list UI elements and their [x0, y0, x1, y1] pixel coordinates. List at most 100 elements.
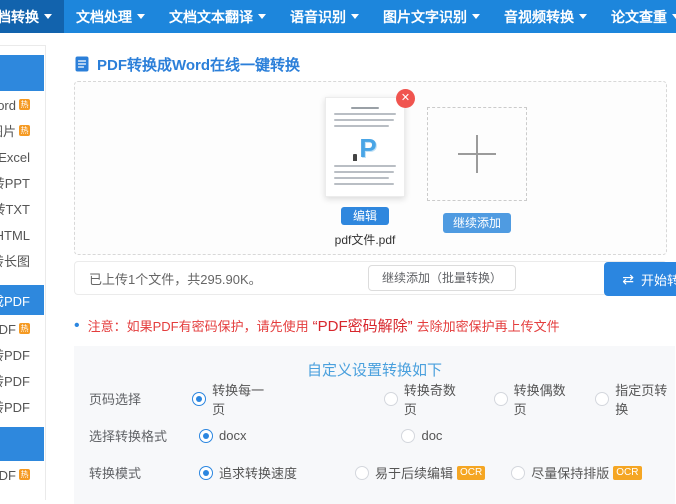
radio-icon: [493, 391, 508, 406]
radio-icon: [595, 391, 610, 406]
swap-arrows-icon: ⇄: [622, 270, 634, 287]
chevron-down-icon: [672, 14, 676, 19]
hot-badge: 热: [19, 468, 30, 480]
sidebar-item-label: Excel转PDF: [0, 347, 30, 363]
sidebar-group-pdf-tools[interactable]: PDF文档处理: [0, 427, 44, 461]
ocr-badge: OCR: [613, 465, 642, 480]
radio-icon: [511, 465, 526, 480]
remove-file-icon[interactable]: ✕: [396, 89, 415, 108]
notice-suffix: 去除加密保护再上传文件: [416, 319, 560, 334]
sidebar-item-label: Word转PDF: [0, 321, 16, 337]
hot-badge: 热: [19, 98, 30, 110]
row-convert-mode: 转换模式 追求转换速度 易于后续编辑 OCR 尽量保持排版 OCR: [74, 454, 675, 491]
sidebar-item-image-to-pdf[interactable]: 图片转PDF: [0, 367, 44, 393]
row-page-selection: 页码选择 转换每一页 转换奇数页 转换偶数页 指定页转换: [74, 380, 675, 417]
nav-item-label: 论文查重: [611, 8, 667, 25]
sidebar-item-label: PDF转长图: [0, 253, 30, 269]
sidebar: PDF在线转换 PDF转Word 热 PDF转图片 热 PDF转Excel PD…: [0, 45, 46, 500]
sidebar-item-label: PDF转TXT: [0, 201, 30, 217]
pdf-logo: P: [334, 131, 396, 161]
sidebar-item-pdf-to-longimage[interactable]: PDF转长图: [0, 247, 44, 273]
sidebar-inner: PDF在线转换 PDF转Word 热 PDF转图片 热 PDF转Excel PD…: [0, 55, 44, 487]
nav-item-doc-process[interactable]: 文档处理: [64, 0, 157, 33]
sidebar-item-compress-pdf[interactable]: 压缩PDF 热: [0, 461, 44, 487]
sidebar-item-excel-to-pdf[interactable]: Excel转PDF: [0, 341, 44, 367]
radio-mode-speed[interactable]: 追求转换速度: [199, 463, 297, 482]
nav-item-av-convert[interactable]: 音视频转换: [492, 0, 599, 33]
sidebar-item-label: PDF转HTML: [0, 227, 30, 243]
upload-status-bar: 已上传1个文件，共295.90K。 继续添加（批量转换） ⇄ 开始转换: [74, 261, 676, 296]
sidebar-item-label: 压缩PDF: [0, 467, 16, 483]
radio-icon: [401, 428, 416, 443]
add-file-tile[interactable]: [427, 107, 527, 201]
sidebar-item-pdf-to-html[interactable]: PDF转HTML: [0, 221, 44, 247]
option-label: doc: [421, 428, 443, 443]
page-title-text: PDF转换成Word在线一键转换: [97, 56, 301, 74]
notice-prefix: 注意：如果PDF有密码保护，请先使用: [87, 319, 309, 334]
plus-icon: [458, 135, 496, 173]
nav-item-label: 文档文本翻译: [169, 8, 253, 25]
top-nav: 文档转换 文档处理 文档文本翻译 语音识别 图片文字识别 音视频转换 论文查重: [0, 0, 676, 33]
row-output-format: 选择转换格式 docx doc: [74, 417, 675, 454]
pdf-thumbnail: P ✕: [325, 89, 415, 197]
upload-dropzone[interactable]: P ✕ 编辑 pdf文件.pdf 继续添加: [74, 81, 667, 255]
hot-badge: 热: [19, 322, 30, 334]
upload-status-text: 已上传1个文件，共295.90K。: [89, 271, 262, 287]
sidebar-item-label: PDF转Excel: [0, 149, 30, 165]
add-more-button[interactable]: 继续添加: [442, 213, 511, 233]
sidebar-item-label: PDF转PPT: [0, 175, 30, 191]
sidebar-item-label: 图片转PDF: [0, 373, 30, 389]
main-content: PDF转换成Word在线一键转换 P ✕ 编辑 pdf文件.pdf 继续添加 已…: [44, 33, 676, 504]
sidebar-item-pdf-to-txt[interactable]: PDF转TXT: [0, 195, 44, 221]
nav-item-label: 文档转换: [0, 8, 39, 25]
row-label: 选择转换格式: [89, 429, 168, 444]
pdf-password-remove-link[interactable]: “PDF密码解除”: [313, 315, 413, 336]
option-label: 指定页转换: [615, 382, 668, 417]
option-label: docx: [219, 428, 247, 443]
chevron-down-icon: [472, 14, 480, 19]
radio-icon: [192, 391, 207, 406]
radio-format-docx[interactable]: docx: [199, 428, 246, 443]
batch-add-button[interactable]: 继续添加（批量转换）: [367, 265, 516, 291]
sidebar-item-label: PDF转图片: [0, 123, 16, 139]
radio-mode-editable[interactable]: 易于后续编辑 OCR: [355, 463, 486, 482]
radio-convert-specified-pages[interactable]: 指定页转换: [595, 380, 675, 418]
nav-item-paper-check[interactable]: 论文查重: [599, 0, 676, 33]
radio-format-doc[interactable]: doc: [401, 428, 442, 443]
radio-icon: [383, 391, 398, 406]
sidebar-item-txt-to-pdf[interactable]: TXT转PDF: [0, 393, 44, 419]
sidebar-item-pdf-to-ppt[interactable]: PDF转PPT: [0, 169, 44, 195]
sidebar-item-label: TXT转PDF: [0, 399, 30, 415]
hot-badge: 热: [19, 124, 30, 136]
radio-mode-keep-layout[interactable]: 尽量保持排版 OCR: [511, 463, 642, 482]
row-label: 转换模式: [89, 466, 142, 481]
option-label: 转换每一页: [212, 382, 265, 417]
radio-convert-even-pages[interactable]: 转换偶数页: [493, 380, 574, 418]
sidebar-item-pdf-to-excel[interactable]: PDF转Excel: [0, 143, 44, 169]
nav-item-label: 音视频转换: [504, 8, 574, 25]
sidebar-item-pdf-to-image[interactable]: PDF转图片 热: [0, 117, 44, 143]
file-name: pdf文件.pdf: [334, 233, 396, 247]
document-icon: [74, 56, 90, 72]
nav-item-doc-translate[interactable]: 文档文本翻译: [157, 0, 278, 33]
sidebar-item-pdf-to-word[interactable]: PDF转Word 热: [0, 91, 44, 117]
sidebar-item-word-to-pdf[interactable]: Word转PDF 热: [0, 315, 44, 341]
start-convert-button[interactable]: ⇄ 开始转换: [604, 262, 676, 296]
nav-item-image-ocr[interactable]: 图片文字识别: [371, 0, 492, 33]
nav-item-doc-convert[interactable]: 文档转换: [0, 0, 64, 33]
option-label: 转换偶数页: [513, 382, 566, 417]
chevron-down-icon: [44, 14, 52, 19]
start-convert-label: 开始转换: [640, 272, 676, 288]
radio-convert-every-page[interactable]: 转换每一页: [192, 380, 272, 418]
radio-convert-odd-pages[interactable]: 转换奇数页: [383, 380, 464, 418]
nav-item-speech-recognition[interactable]: 语音识别: [278, 0, 371, 33]
password-notice: • 注意：如果PDF有密码保护，请先使用 “PDF密码解除” 去除加密保护再上传…: [74, 315, 676, 336]
radio-icon: [355, 465, 370, 480]
radio-icon: [199, 428, 213, 443]
sidebar-group-pdf-convert[interactable]: PDF在线转换: [0, 55, 44, 91]
ocr-badge: OCR: [457, 465, 486, 480]
edit-file-button[interactable]: 编辑: [340, 207, 389, 225]
uploaded-file-card: P ✕ 编辑 pdf文件.pdf: [323, 89, 415, 248]
sidebar-group-to-pdf[interactable]: 转成PDF: [0, 285, 44, 315]
option-label: 尽量保持排版: [531, 466, 610, 481]
